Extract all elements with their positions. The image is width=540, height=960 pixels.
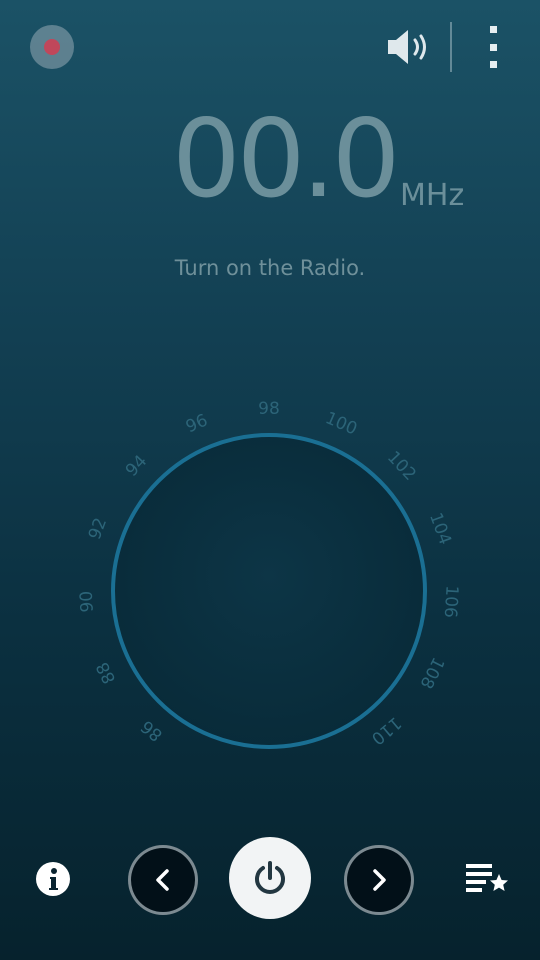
dial-tick-label: 90: [77, 590, 98, 613]
more-vertical-icon: [489, 26, 497, 33]
dial-tick-label: 86: [137, 716, 166, 745]
dial-tick-label: 92: [85, 515, 111, 542]
dial-tick-label: 96: [183, 410, 211, 437]
dial-tick-label: 98: [258, 399, 280, 419]
power-icon: [255, 861, 285, 894]
frequency-value: 00.0: [172, 97, 400, 222]
next-station-button[interactable]: [344, 845, 414, 915]
previous-station-button[interactable]: [128, 845, 198, 915]
frequency-unit: MHz: [400, 178, 465, 213]
dial-tick-label: 88: [93, 659, 121, 687]
dial-tick-label: 94: [122, 451, 151, 480]
speaker-icon: [388, 30, 426, 64]
volume-button[interactable]: [384, 26, 434, 68]
more-vertical-icon-dot: [489, 43, 497, 51]
chevron-right-icon: [373, 869, 386, 891]
favorite-list-icon: [466, 864, 508, 892]
tuning-knob[interactable]: [111, 433, 427, 749]
toolbar-divider: [450, 22, 452, 72]
dial-tick-label: 110: [367, 712, 405, 748]
power-button[interactable]: [229, 837, 311, 919]
chevron-left-icon: [156, 869, 169, 891]
dial-tick-label: 102: [383, 447, 420, 484]
info-icon: [49, 868, 58, 890]
status-message: Turn on the Radio.: [174, 256, 366, 280]
favorites-list-button[interactable]: [462, 858, 512, 898]
dial-tick-label: 108: [415, 654, 447, 692]
more-options-button[interactable]: [478, 26, 508, 68]
more-vertical-icon-dot: [489, 61, 497, 68]
tuning-dial[interactable]: 86 88 90 92 94 96 98 100 102104 106 108 110: [0, 380, 540, 780]
dial-tick-label: 100: [322, 408, 360, 439]
record-icon: [44, 39, 60, 55]
info-button[interactable]: [36, 862, 70, 896]
record-button[interactable]: [30, 25, 74, 69]
dial-tick-label: 104: [425, 510, 455, 547]
dial-tick-label: 106: [440, 585, 462, 619]
